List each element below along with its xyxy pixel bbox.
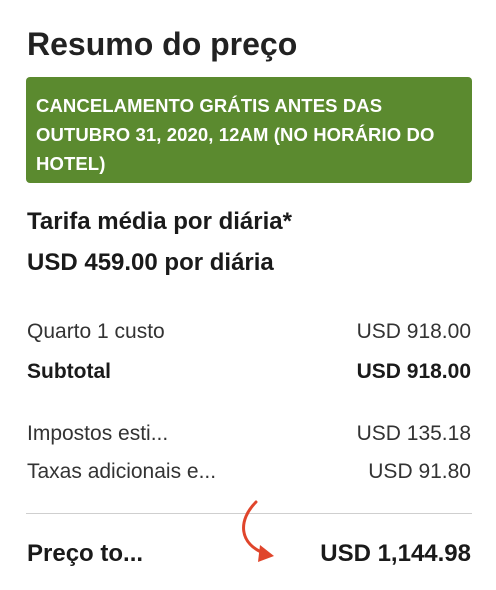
annotation-arrow-shaft <box>242 500 268 556</box>
estimated-taxes-row[interactable]: Impostos esti... USD 135.18 <box>27 420 471 448</box>
estimated-taxes-label[interactable]: Impostos esti... <box>27 420 168 448</box>
total-price-label[interactable]: Preço to... <box>27 537 143 571</box>
page-title: Resumo do preço <box>27 26 298 62</box>
total-price-value: USD 1,144.98 <box>320 540 471 567</box>
subtotal-row: Subtotal USD 918.00 <box>27 358 471 386</box>
average-nightly-rate-value: USD 459.00 por diária <box>27 249 274 276</box>
subtotal-value: USD 918.00 <box>356 360 471 383</box>
annotation-arrow-icon <box>242 500 274 562</box>
estimated-taxes-value: USD 135.18 <box>356 422 471 445</box>
additional-fees-row[interactable]: Taxas adicionais e... USD 91.80 <box>27 458 471 486</box>
free-cancellation-banner: CANCELAMENTO GRÁTIS ANTES DAS OUTUBRO 31… <box>26 77 472 183</box>
annotation-arrow-head <box>258 545 274 562</box>
subtotal-label: Subtotal <box>27 360 111 383</box>
additional-fees-value: USD 91.80 <box>368 460 471 483</box>
room-cost-label: Quarto 1 custo <box>27 320 165 343</box>
room-cost-value: USD 918.00 <box>356 320 471 343</box>
average-nightly-rate-label: Tarifa média por diária* <box>27 208 292 235</box>
room-cost-row: Quarto 1 custo USD 918.00 <box>27 318 471 346</box>
additional-fees-label[interactable]: Taxas adicionais e... <box>27 458 216 486</box>
